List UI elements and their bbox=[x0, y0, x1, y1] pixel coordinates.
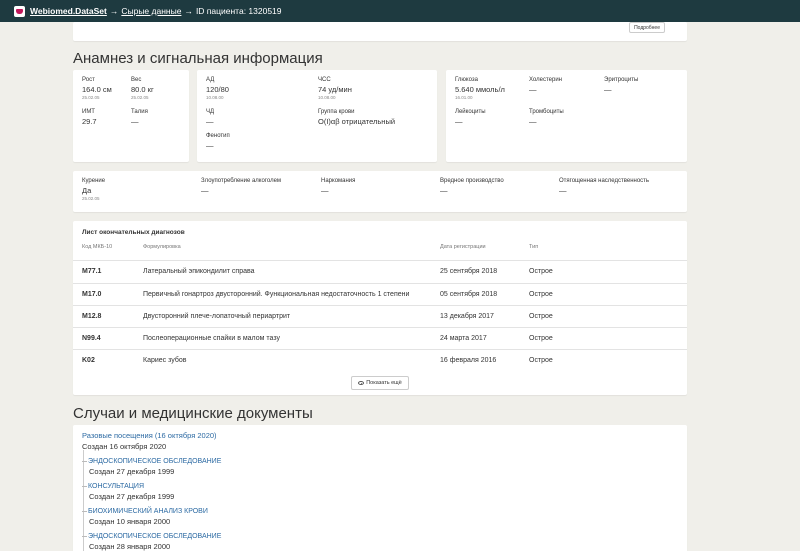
blood-pressure-field: АД 120/80 10.08.00 bbox=[206, 77, 229, 100]
details-button[interactable]: Подробнее bbox=[629, 22, 665, 33]
column-header-name: Формулировка bbox=[143, 244, 181, 250]
leukocytes-field: Лейкоциты — bbox=[455, 109, 486, 126]
document-link[interactable]: ЭНДОСКОПИЧЕСКОЕ ОБСЛЕДОВАНИЕ bbox=[88, 533, 221, 540]
diagnoses-title: Лист окончательных диагнозов bbox=[82, 229, 185, 236]
cases-card: Разовые посещения (16 октября 2020) Созд… bbox=[73, 425, 687, 551]
brand-link[interactable]: Webiomed.DataSet bbox=[30, 6, 107, 16]
breadcrumb-raw-data-link[interactable]: Сырые данные bbox=[121, 6, 181, 16]
eye-icon bbox=[358, 381, 365, 385]
waist-field: Талия — bbox=[131, 109, 148, 126]
app-logo-icon bbox=[14, 5, 25, 17]
height-field: Рост 164.0 см 25.02.05 bbox=[82, 77, 112, 100]
table-row: M77.1 Латеральный эпикондилит справа 25 … bbox=[73, 260, 687, 282]
weight-field: Вес 80.0 кг 25.02.05 bbox=[131, 77, 154, 100]
document-entry: КОНСУЛЬТАЦИЯ Создан 27 декабря 1999 bbox=[82, 481, 174, 501]
alcohol-abuse-field: Злоупотребление алкоголем — bbox=[201, 178, 282, 195]
heredity-field: Отягощенная наследственность — bbox=[559, 178, 650, 195]
document-created: Создан 10 января 2000 bbox=[89, 517, 171, 526]
visit-link[interactable]: Разовые посещения (16 октября 2020) bbox=[82, 431, 217, 440]
anamnesis-section-title: Анамнез и сигнальная информация bbox=[73, 50, 323, 67]
diagnoses-card: Лист окончательных диагнозов Код МКБ-10 … bbox=[73, 221, 687, 395]
bmi-field: ИМТ 29.7 bbox=[82, 109, 97, 126]
patient-id-label: ID пациента: 1320519 bbox=[195, 6, 282, 16]
document-created: Создан 27 декабря 1999 bbox=[89, 492, 175, 501]
smoking-field: Курение Да 25.02.05 bbox=[82, 178, 106, 201]
respiratory-rate-field: ЧД — bbox=[206, 109, 215, 126]
visit-entry: Разовые посещения (16 октября 2020) Созд… bbox=[82, 431, 217, 451]
document-link[interactable]: ЭНДОСКОПИЧЕСКОЕ ОБСЛЕДОВАНИЕ bbox=[88, 458, 221, 465]
document-entry: ЭНДОСКОПИЧЕСКОЕ ОБСЛЕДОВАНИЕ Создан 27 д… bbox=[82, 456, 221, 476]
heart-rate-field: ЧСС 74 уд/мин 10.08.00 bbox=[318, 77, 352, 100]
glucose-field: Глюкоза 5.640 ммоль/л 16.01.00 bbox=[455, 77, 505, 100]
document-created: Создан 27 декабря 1999 bbox=[89, 467, 175, 476]
document-entry: ЭНДОСКОПИЧЕСКОЕ ОБСЛЕДОВАНИЕ Создан 28 я… bbox=[82, 531, 221, 551]
body-measurements-card: Рост 164.0 см 25.02.05 Вес 80.0 кг 25.02… bbox=[73, 70, 189, 162]
document-entry: БИОХИМИЧЕСКИЙ АНАЛИЗ КРОВИ Создан 10 янв… bbox=[82, 506, 208, 526]
visit-created: Создан 16 октября 2020 bbox=[82, 442, 167, 451]
breadcrumb-arrow: → bbox=[109, 6, 119, 16]
breadcrumb-arrow: → bbox=[184, 6, 193, 16]
erythrocytes-field: Эритроциты — bbox=[604, 77, 639, 94]
vitals-card: АД 120/80 10.08.00 ЧСС 74 уд/мин 10.08.0… bbox=[197, 70, 437, 162]
drug-addiction-field: Наркомания — bbox=[321, 178, 356, 195]
show-more-button[interactable]: Показать ещё bbox=[351, 376, 409, 390]
document-link[interactable]: КОНСУЛЬТАЦИЯ bbox=[88, 483, 144, 490]
document-link[interactable]: БИОХИМИЧЕСКИЙ АНАЛИЗ КРОВИ bbox=[88, 508, 208, 515]
show-more-label: Показать ещё bbox=[366, 380, 402, 386]
cases-section-title: Случаи и медицинские документы bbox=[73, 405, 313, 422]
column-header-type: Тип bbox=[529, 244, 539, 250]
phenotype-field: Фенотип — bbox=[206, 133, 230, 150]
lab-results-card: Глюкоза 5.640 ммоль/л 16.01.00 Холестери… bbox=[446, 70, 687, 162]
cholesterol-field: Холестерин — bbox=[529, 77, 562, 94]
blood-group-field: Группа крови O(I)αβ отрицательный bbox=[318, 109, 396, 126]
top-navigation-bar: Webiomed.DataSet → Сырые данные → ID пац… bbox=[0, 0, 800, 22]
hazardous-work-field: Вредное производство — bbox=[440, 178, 504, 195]
table-row: M17.0 Первичный гонартроз двусторонний. … bbox=[73, 283, 687, 305]
patient-summary-panel: Подробнее bbox=[73, 22, 687, 41]
column-header-date: Дата регистрации bbox=[440, 244, 486, 250]
document-created: Создан 28 января 2000 bbox=[89, 542, 171, 551]
table-row: K02 Кариес зубов 16 февраля 2016 Острое bbox=[73, 349, 687, 371]
platelets-field: Тромбоциты — bbox=[529, 109, 564, 126]
table-row: N99.4 Послеоперационные спайки в малом т… bbox=[73, 327, 687, 349]
column-header-code: Код МКБ-10 bbox=[82, 244, 113, 250]
risk-factors-card: Курение Да 25.02.05 Злоупотребление алко… bbox=[73, 171, 687, 212]
table-row: M12.8 Двусторонний плече-лопаточный пери… bbox=[73, 305, 687, 327]
